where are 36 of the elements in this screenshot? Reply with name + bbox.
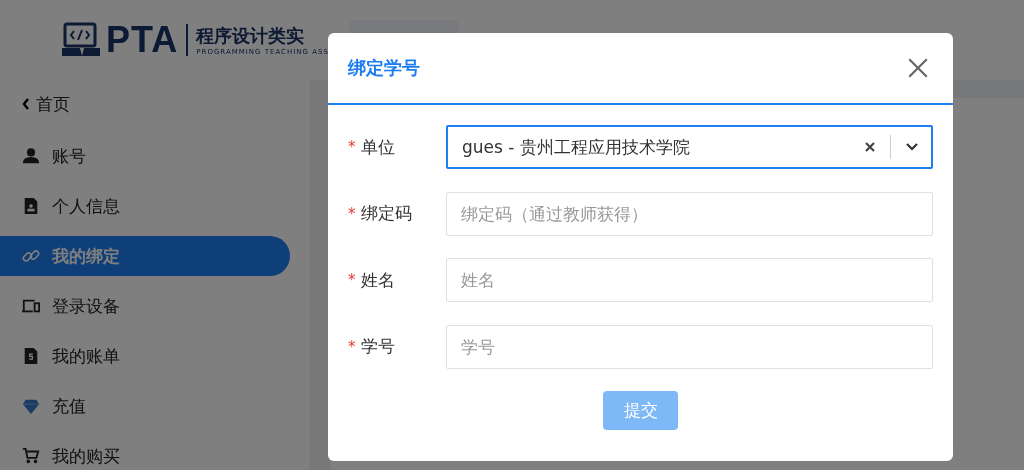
bill-icon [22, 347, 40, 365]
sidebar-item[interactable]: 个人信息 [0, 186, 290, 226]
close-icon [907, 57, 929, 79]
sidebar-item[interactable]: 账号 [0, 136, 290, 176]
sidebar-item[interactable]: 我的绑定 [0, 236, 290, 276]
required-mark: * [348, 138, 356, 156]
chevron-left-icon [22, 98, 30, 110]
input-field[interactable]: 学号 [446, 324, 933, 369]
required-mark: * [348, 337, 356, 356]
back-link[interactable]: 首页 [0, 82, 310, 126]
logo-text: PTA [106, 19, 179, 61]
id-card-icon [22, 197, 40, 215]
input-field[interactable]: 姓名 [446, 258, 933, 302]
link-icon [22, 247, 40, 265]
sidebar-item[interactable]: 我的账单 [0, 336, 290, 376]
field-label: 姓名 [360, 268, 395, 292]
platform-title: 程序设计类实 [196, 24, 306, 48]
sidebar-item[interactable]: 充值 [0, 386, 290, 426]
sidebar-item[interactable]: 登录设备 [0, 286, 290, 326]
caret-icon[interactable] [905, 142, 919, 152]
input-field[interactable]: 绑定码（通过教师获得） [446, 191, 933, 236]
sidebar-item[interactable]: 我的购买 [0, 436, 290, 470]
required-mark: * [348, 204, 356, 223]
cart-icon [22, 447, 40, 465]
clear-icon[interactable] [864, 141, 876, 153]
field-label: 单位 [360, 135, 395, 159]
person-icon [22, 147, 40, 165]
dialog-title: 绑定学号 [348, 56, 420, 80]
logo-icon [62, 22, 102, 58]
school-select[interactable]: gues - 贵州工程应用技术学院 [446, 125, 933, 169]
devices-icon [22, 297, 40, 315]
required-mark: * [348, 271, 356, 289]
close-button[interactable] [907, 57, 929, 79]
field-label: 学号 [360, 335, 395, 358]
diamond-icon [22, 397, 40, 415]
field-label: 绑定码 [360, 202, 412, 225]
